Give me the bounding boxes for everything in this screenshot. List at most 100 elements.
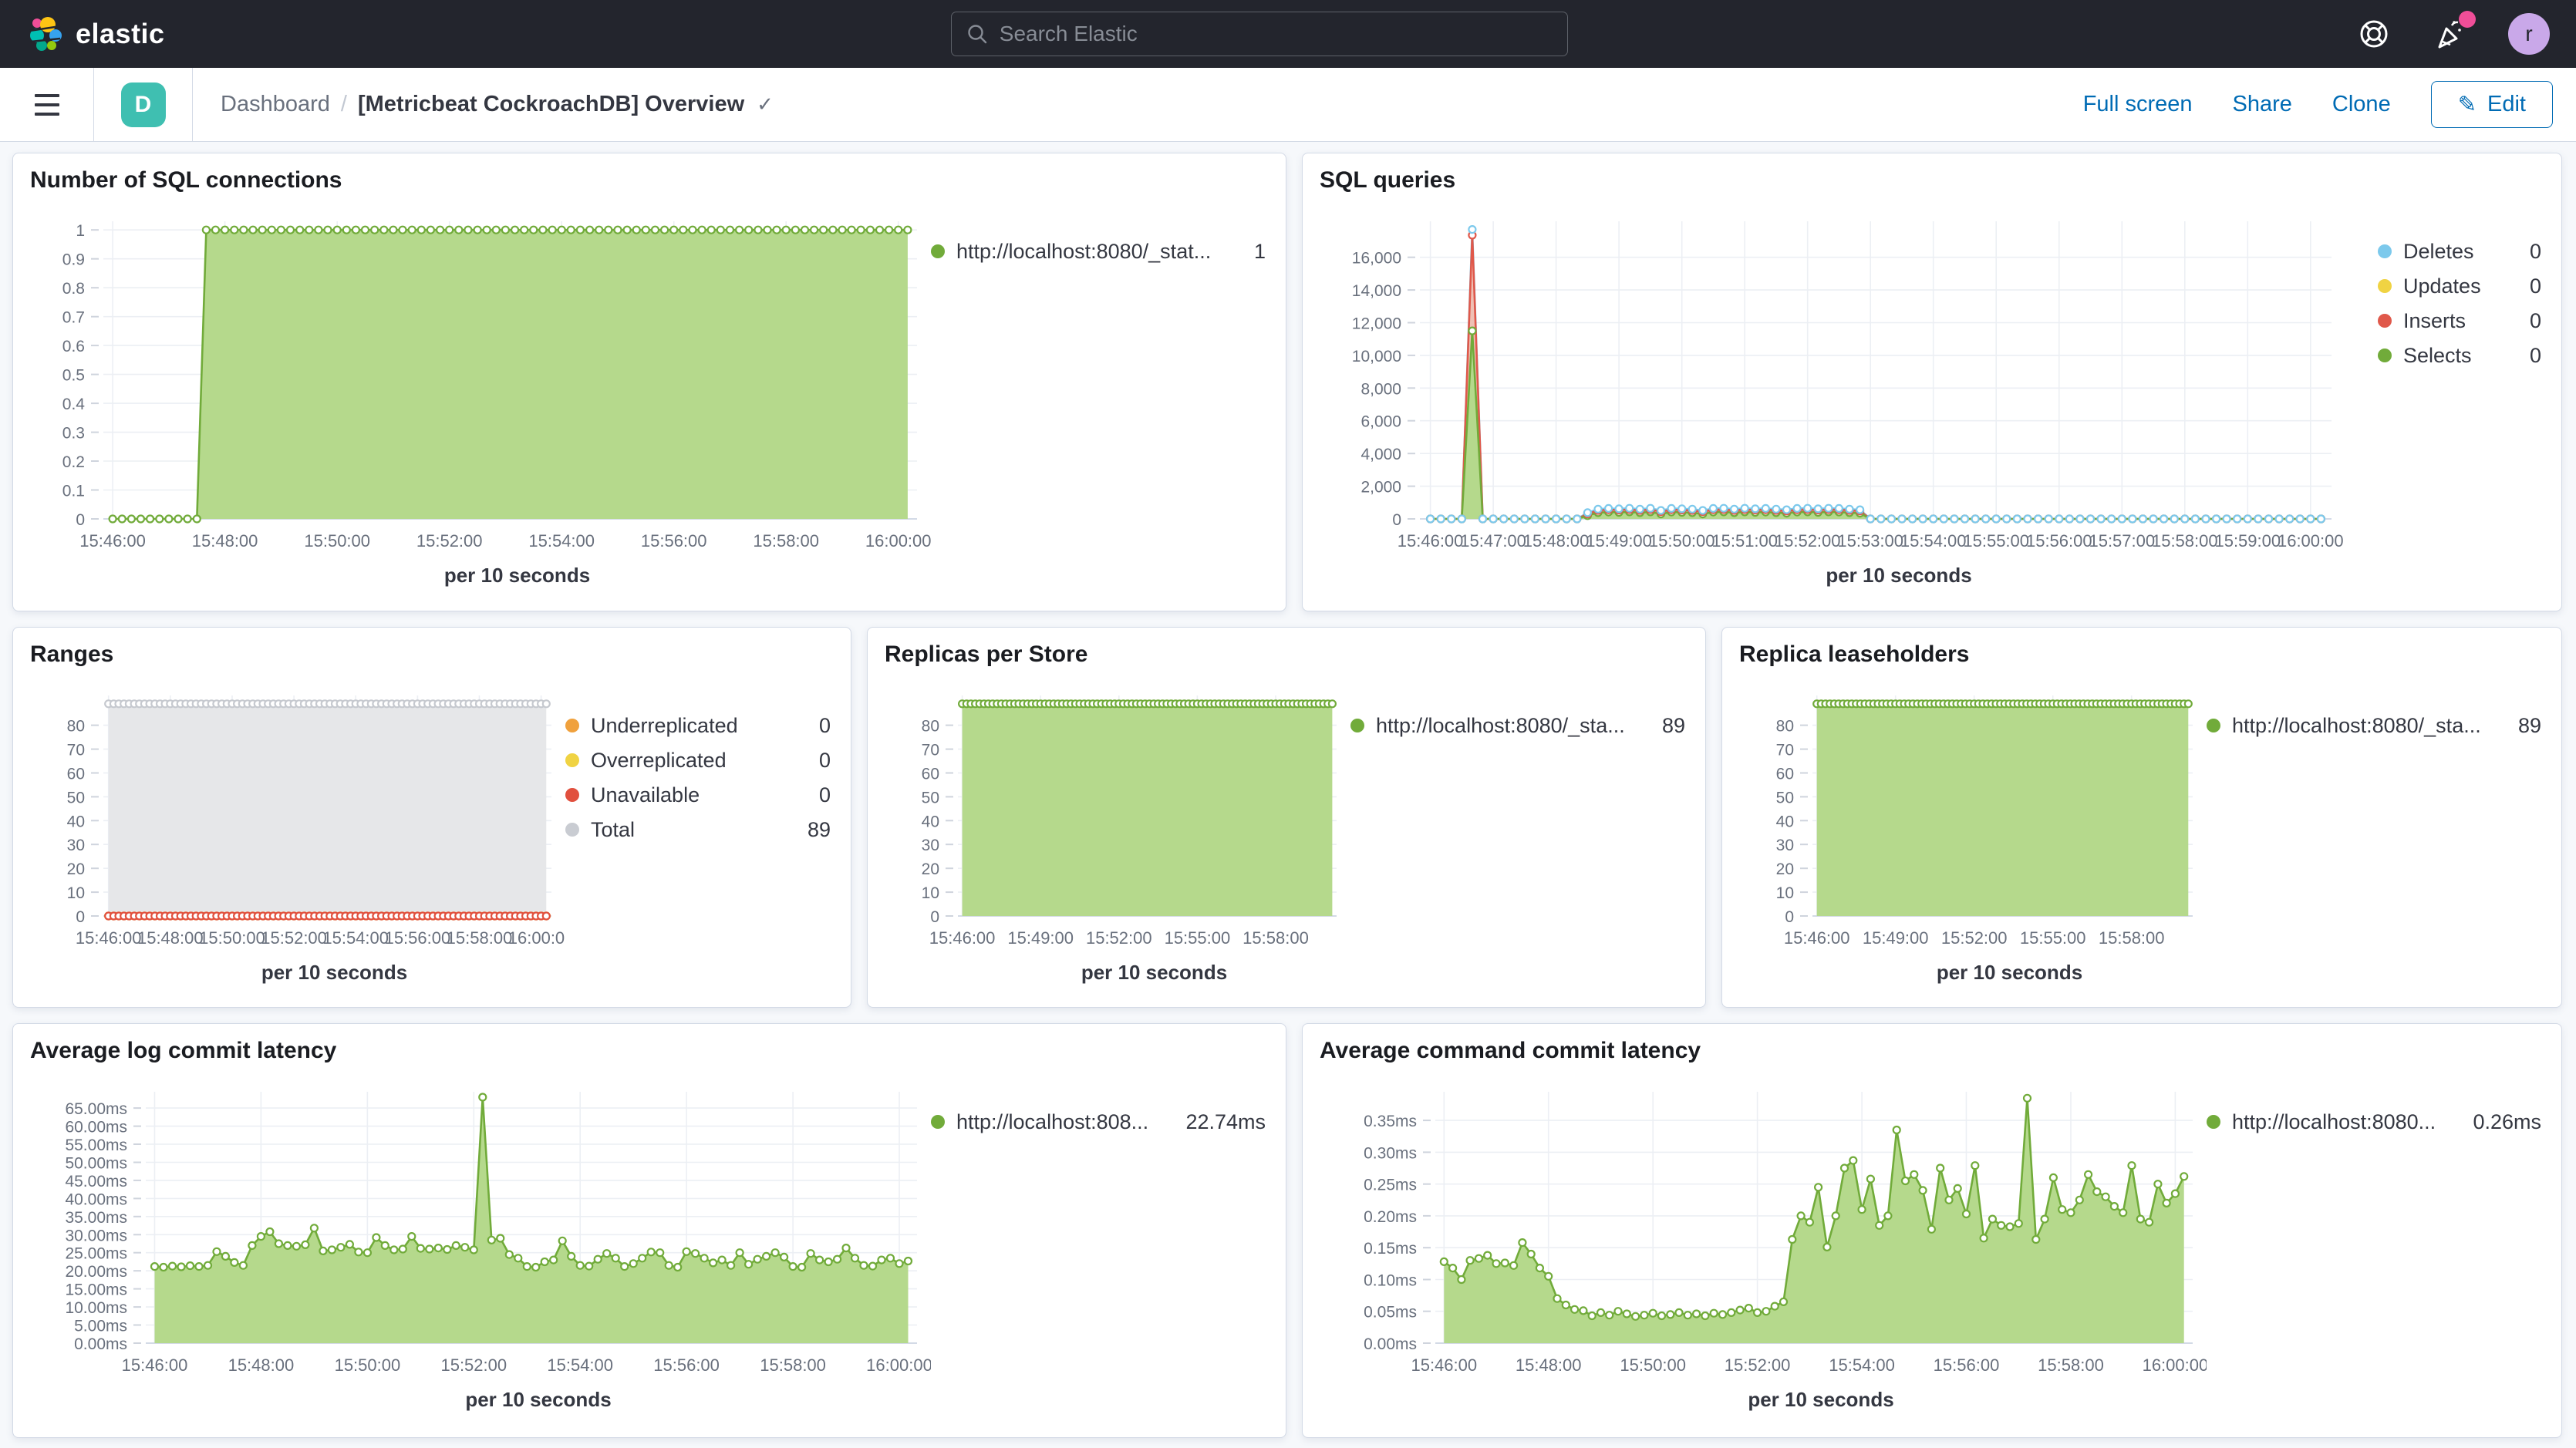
- svg-text:15:54:00: 15:54:00: [528, 531, 595, 551]
- legend-item[interactable]: Unavailable0: [565, 783, 831, 807]
- svg-text:65.00ms: 65.00ms: [65, 1100, 127, 1118]
- legend-value: 89: [1647, 714, 1685, 738]
- legend-item[interactable]: Inserts0: [2378, 309, 2541, 332]
- command-latency-area-chart[interactable]: 15:46:0015:48:0015:50:0015:52:0015:54:00…: [1320, 1070, 2207, 1386]
- x-axis-title: per 10 seconds: [885, 961, 1350, 985]
- x-axis-title: per 10 seconds: [30, 564, 931, 588]
- newsfeed-icon[interactable]: [2431, 14, 2471, 54]
- panel-sql-connections: Number of SQL connections 15:46:0015:48:…: [12, 153, 1286, 611]
- svg-text:0: 0: [76, 908, 85, 926]
- svg-text:0.15ms: 0.15ms: [1364, 1240, 1417, 1258]
- legend-dot-icon: [2378, 314, 2392, 328]
- page-title[interactable]: [Metricbeat CockroachDB] Overview: [358, 92, 744, 117]
- legend-dot-icon: [565, 719, 579, 732]
- edit-button[interactable]: ✎ Edit: [2431, 81, 2553, 128]
- svg-text:40: 40: [922, 813, 939, 830]
- svg-text:0.2: 0.2: [62, 453, 85, 471]
- legend-item[interactable]: http://localhost:8080/_sta...89: [2207, 714, 2541, 737]
- chart-legend: http://localhost:8080...0.26ms: [2207, 1070, 2544, 1412]
- svg-text:15:50:00: 15:50:00: [335, 1355, 401, 1375]
- legend-item[interactable]: http://localhost:8080/_stat...1: [931, 240, 1266, 263]
- legend-item[interactable]: Updates0: [2378, 274, 2541, 298]
- svg-text:15:55:00: 15:55:00: [1963, 531, 2029, 551]
- svg-text:30: 30: [922, 837, 939, 854]
- legend-item[interactable]: http://localhost:8080...0.26ms: [2207, 1110, 2541, 1133]
- breadcrumb: Dashboard / [Metricbeat CockroachDB] Ove…: [221, 92, 2083, 117]
- svg-text:15:56:00: 15:56:00: [2026, 531, 2092, 551]
- menu-icon[interactable]: [0, 68, 94, 141]
- svg-text:1: 1: [76, 222, 85, 240]
- legend-label: Underreplicated: [591, 714, 738, 738]
- svg-text:20: 20: [1776, 860, 1794, 878]
- clone-button[interactable]: Clone: [2332, 92, 2391, 117]
- svg-text:15:52:00: 15:52:00: [1941, 928, 2008, 948]
- svg-text:50: 50: [67, 789, 85, 807]
- legend-item[interactable]: http://localhost:8080/_sta...89: [1350, 714, 1685, 737]
- svg-text:0.10ms: 0.10ms: [1364, 1272, 1417, 1290]
- legend-dot-icon: [2378, 279, 2392, 293]
- sql-connections-area-chart[interactable]: 15:46:0015:48:0015:50:0015:52:0015:54:00…: [30, 200, 931, 562]
- help-icon[interactable]: [2354, 14, 2394, 54]
- top-bar: elastic: [0, 0, 2576, 68]
- x-axis-title: per 10 seconds: [1739, 961, 2207, 985]
- check-icon[interactable]: ✓: [757, 93, 774, 116]
- svg-text:30: 30: [67, 837, 85, 854]
- svg-text:0: 0: [930, 908, 939, 926]
- svg-text:30: 30: [1776, 837, 1794, 854]
- chart-legend: http://localhost:8080/_sta...89: [2207, 674, 2544, 985]
- search-input[interactable]: [1000, 22, 1553, 46]
- svg-text:80: 80: [1776, 718, 1794, 736]
- svg-text:10,000: 10,000: [1352, 348, 1401, 365]
- legend-dot-icon: [2378, 349, 2392, 362]
- elastic-logo-icon: [26, 15, 63, 52]
- svg-text:15:47:00: 15:47:00: [1460, 531, 1526, 551]
- legend-label: http://localhost:8080/_stat...: [956, 240, 1211, 264]
- legend-label: Total: [591, 818, 635, 842]
- legend-label: Updates: [2403, 274, 2481, 298]
- full-screen-button[interactable]: Full screen: [2083, 92, 2193, 117]
- svg-text:15:58:00: 15:58:00: [2099, 928, 2165, 948]
- svg-text:15.00ms: 15.00ms: [65, 1281, 127, 1299]
- breadcrumb-separator: /: [341, 92, 347, 117]
- legend-item[interactable]: http://localhost:808...22.74ms: [931, 1110, 1266, 1133]
- svg-text:15:58:00: 15:58:00: [2152, 531, 2218, 551]
- legend-item[interactable]: Overreplicated0: [565, 749, 831, 772]
- svg-text:0.25ms: 0.25ms: [1364, 1177, 1417, 1194]
- user-avatar[interactable]: r: [2508, 13, 2550, 55]
- svg-text:60: 60: [922, 766, 939, 783]
- replicas-area-chart[interactable]: 15:46:0015:49:0015:52:0015:55:0015:58:00…: [885, 674, 1350, 959]
- edit-button-label: Edit: [2487, 92, 2526, 117]
- chart-legend: http://localhost:8080/_sta...89: [1350, 674, 1688, 985]
- legend-value: 0.26ms: [2457, 1110, 2541, 1134]
- svg-text:0: 0: [1392, 511, 1401, 529]
- sql-queries-area-chart[interactable]: 15:46:0015:47:0015:48:0015:49:0015:50:00…: [1320, 200, 2345, 562]
- legend-label: Deletes: [2403, 240, 2474, 264]
- svg-text:14,000: 14,000: [1352, 282, 1401, 300]
- svg-text:20: 20: [922, 860, 939, 878]
- svg-text:15:46:00: 15:46:00: [79, 531, 146, 551]
- breadcrumb-dashboard-link[interactable]: Dashboard: [221, 92, 330, 117]
- svg-text:15:54:00: 15:54:00: [1900, 531, 1967, 551]
- legend-item[interactable]: Total89: [565, 818, 831, 841]
- legend-item[interactable]: Selects0: [2378, 344, 2541, 367]
- global-search[interactable]: [951, 12, 1568, 56]
- log-latency-area-chart[interactable]: 15:46:0015:48:0015:50:0015:52:0015:54:00…: [30, 1070, 931, 1386]
- svg-text:15:46:00: 15:46:00: [1784, 928, 1850, 948]
- svg-text:15:48:00: 15:48:00: [137, 928, 204, 948]
- svg-text:0.00ms: 0.00ms: [1364, 1335, 1417, 1353]
- svg-text:15:56:00: 15:56:00: [1934, 1355, 2000, 1375]
- space-badge[interactable]: D: [121, 83, 166, 127]
- chart-legend: Deletes0 Updates0 Inserts0 Selects0: [2378, 200, 2544, 588]
- svg-text:15:58:00: 15:58:00: [760, 1355, 826, 1375]
- chart-legend: Underreplicated0 Overreplicated0 Unavailab…: [565, 674, 834, 985]
- leaseholders-area-chart[interactable]: 15:46:0015:49:0015:52:0015:55:0015:58:00…: [1739, 674, 2207, 959]
- search-icon: [966, 22, 989, 45]
- elastic-logo[interactable]: elastic: [26, 15, 165, 52]
- space-selector[interactable]: D: [94, 68, 193, 141]
- ranges-area-chart[interactable]: 15:46:0015:48:0015:50:0015:52:0015:54:00…: [30, 674, 565, 959]
- legend-item[interactable]: Underreplicated0: [565, 714, 831, 737]
- svg-text:0.7: 0.7: [62, 309, 85, 327]
- legend-item[interactable]: Deletes0: [2378, 240, 2541, 263]
- legend-dot-icon: [565, 753, 579, 767]
- share-button[interactable]: Share: [2233, 92, 2292, 117]
